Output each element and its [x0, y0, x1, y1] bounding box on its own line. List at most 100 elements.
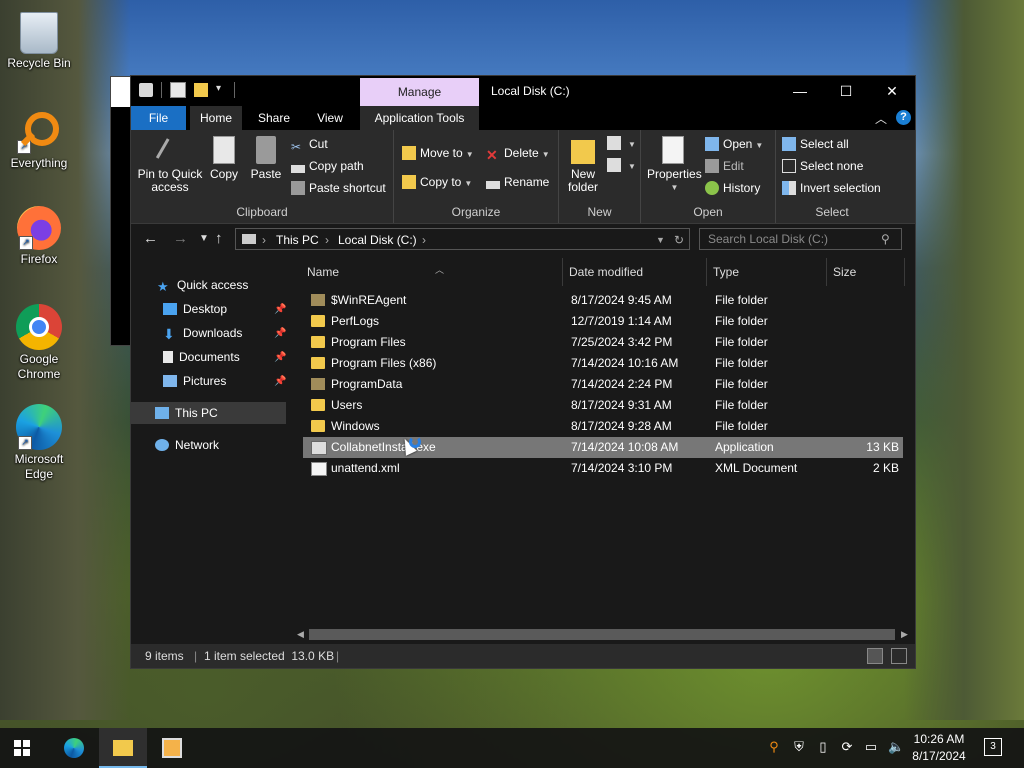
update-icon[interactable]: ⟳	[840, 740, 854, 754]
history-button[interactable]: History	[705, 179, 760, 197]
everything-tray-icon[interactable]: ⚲	[767, 740, 781, 754]
title-bar[interactable]: ▾ Manage Local Disk (C:) — ☐ ✕	[131, 76, 915, 106]
file-row-perflogs[interactable]: PerfLogs 12/7/2019 1:14 AM File folder	[303, 311, 903, 332]
file-row-programdata[interactable]: ProgramData 7/14/2024 2:24 PM File folde…	[303, 374, 903, 395]
desktop-icon-chrome[interactable]: Google Chrome	[0, 304, 78, 382]
scroll-right-icon[interactable]: ▶	[901, 626, 908, 642]
horizontal-scrollbar[interactable]: ◀ ▶	[293, 626, 913, 642]
up-button[interactable]: ↑	[215, 230, 223, 247]
file-row-unattend[interactable]: unattend.xml 7/14/2024 3:10 PM XML Docum…	[303, 458, 903, 479]
file-row-program-files-x86[interactable]: Program Files (x86) 7/14/2024 10:16 AM F…	[303, 353, 903, 374]
delete-button[interactable]: ✕ Delete ▼	[486, 144, 550, 163]
collapse-ribbon-icon[interactable]: ︿	[875, 110, 887, 127]
desktop-icon-edge[interactable]: ↗ Microsoft Edge	[0, 404, 78, 482]
tab-home[interactable]: Home	[190, 106, 242, 130]
notification-center-button[interactable]: 3	[984, 738, 1002, 756]
volume-muted-icon[interactable]: 🔈	[888, 740, 904, 754]
group-label: Organize	[451, 205, 501, 219]
busy-spinner-icon	[409, 436, 421, 448]
desktop-icon-everything[interactable]: ↗ Everything	[0, 106, 78, 171]
folder-icon	[311, 294, 325, 306]
documents-icon	[163, 351, 173, 363]
maximize-button[interactable]: ☐	[823, 76, 869, 106]
move-to-button[interactable]: Move to ▼	[402, 144, 474, 162]
new-folder-quick-icon[interactable]	[194, 83, 208, 97]
column-header-name[interactable]: Name ︿	[301, 258, 563, 286]
new-folder-button[interactable]: New folder	[565, 136, 601, 194]
refresh-icon[interactable]: ↻	[674, 229, 684, 251]
scrollbar-thumb[interactable]	[309, 629, 895, 640]
taskbar-edge[interactable]	[50, 728, 98, 768]
breadcrumb-this-pc[interactable]: This PC	[276, 229, 319, 251]
recent-locations-button[interactable]: ▼	[199, 233, 209, 244]
desktop-icon-firefox[interactable]: ↗ Firefox	[0, 206, 78, 267]
file-row-windows[interactable]: Windows 8/17/2024 9:28 AM File folder	[303, 416, 903, 437]
folder-icon	[311, 420, 325, 432]
usb-icon[interactable]: ▯	[816, 740, 830, 754]
chrome-icon	[16, 304, 62, 350]
nav-documents[interactable]: Documents	[163, 346, 240, 368]
tab-application-tools[interactable]: Application Tools	[360, 106, 479, 130]
column-header-type[interactable]: Type	[707, 258, 827, 286]
nav-pictures[interactable]: Pictures	[163, 370, 226, 392]
paste-button[interactable]: Paste	[247, 136, 285, 181]
search-input[interactable]: Search Local Disk (C:)	[699, 228, 902, 250]
tab-share[interactable]: Share	[247, 106, 301, 130]
scroll-left-icon[interactable]: ◀	[297, 626, 304, 642]
copy-to-button[interactable]: Copy to ▼	[402, 173, 472, 191]
tab-file[interactable]: File	[131, 106, 186, 130]
column-header-date[interactable]: Date modified	[563, 258, 707, 286]
address-field[interactable]: › This PC › Local Disk (C:) › ▼ ↻	[235, 228, 690, 250]
drive-icon	[139, 83, 153, 97]
network-tray-icon[interactable]: ▭	[864, 740, 878, 754]
forward-button[interactable]: →	[173, 230, 188, 247]
customize-toolbar-icon[interactable]: ▾	[216, 83, 226, 97]
desktop-folder-icon	[163, 303, 177, 315]
nav-this-pc[interactable]: This PC	[155, 402, 218, 424]
edit-icon	[705, 159, 719, 173]
clipboard-group: Pin to Quick access Copy Paste ✂ Cut Copy…	[131, 130, 394, 223]
nav-desktop[interactable]: Desktop	[163, 298, 227, 320]
address-dropdown-icon[interactable]: ▼	[656, 229, 665, 251]
back-button[interactable]: ←	[143, 230, 158, 247]
sort-ascending-icon: ︿	[435, 265, 445, 275]
select-all-button[interactable]: Select all	[782, 135, 849, 153]
edit-button[interactable]: Edit	[705, 157, 744, 175]
security-shield-icon[interactable]: ⛨	[792, 740, 806, 754]
taskbar-file-explorer[interactable]	[99, 728, 147, 768]
desktop-icon-recycle-bin[interactable]: Recycle Bin	[0, 8, 78, 71]
cut-button[interactable]: ✂ Cut	[291, 135, 328, 154]
copy-path-button[interactable]: Copy path	[291, 157, 364, 175]
close-button[interactable]: ✕	[869, 76, 915, 106]
file-row-users[interactable]: Users 8/17/2024 9:31 AM File folder	[303, 395, 903, 416]
file-row-program-files[interactable]: Program Files 7/25/2024 3:42 PM File fol…	[303, 332, 903, 353]
nav-downloads[interactable]: ⬇ Downloads	[163, 322, 242, 344]
folder-icon	[311, 315, 325, 327]
help-button[interactable]: ?	[896, 110, 911, 125]
pin-to-quick-access-button[interactable]: Pin to Quick access	[137, 136, 203, 194]
system-clock[interactable]: 10:26 AM 8/17/2024	[906, 731, 972, 765]
details-view-icon[interactable]	[867, 648, 883, 664]
nav-quick-access[interactable]: ★ Quick access	[157, 274, 248, 296]
start-button[interactable]	[14, 740, 30, 756]
invert-selection-button[interactable]: Invert selection	[782, 179, 881, 197]
easy-access-button[interactable]: ▼	[607, 156, 636, 174]
properties-quick-icon[interactable]	[170, 82, 186, 98]
file-row-collabnetinstall[interactable]: CollabnetInstall.exe 7/14/2024 10:08 AM …	[303, 437, 903, 458]
large-icons-view-icon[interactable]	[891, 648, 907, 664]
paste-shortcut-button[interactable]: Paste shortcut	[291, 179, 386, 197]
taskbar-media-app[interactable]	[148, 728, 196, 768]
select-none-button[interactable]: Select none	[782, 157, 863, 175]
open-button[interactable]: Open ▼	[705, 135, 763, 153]
tab-view[interactable]: View	[303, 106, 357, 130]
column-header-size[interactable]: Size	[827, 258, 905, 286]
breadcrumb-local-disk[interactable]: Local Disk (C:)	[338, 229, 417, 251]
address-bar-row: ← → ▼ ↑ › This PC › Local Disk (C:) › ▼ …	[131, 224, 915, 254]
properties-button[interactable]: Properties ▼	[647, 136, 702, 194]
copy-button[interactable]: Copy	[207, 136, 241, 181]
rename-button[interactable]: Rename	[486, 173, 549, 191]
minimize-button[interactable]: —	[777, 76, 823, 106]
new-item-button[interactable]: ▼	[607, 134, 636, 152]
file-row-winreagent[interactable]: $WinREAgent 8/17/2024 9:45 AM File folde…	[303, 290, 903, 311]
nav-network[interactable]: Network	[155, 434, 219, 456]
